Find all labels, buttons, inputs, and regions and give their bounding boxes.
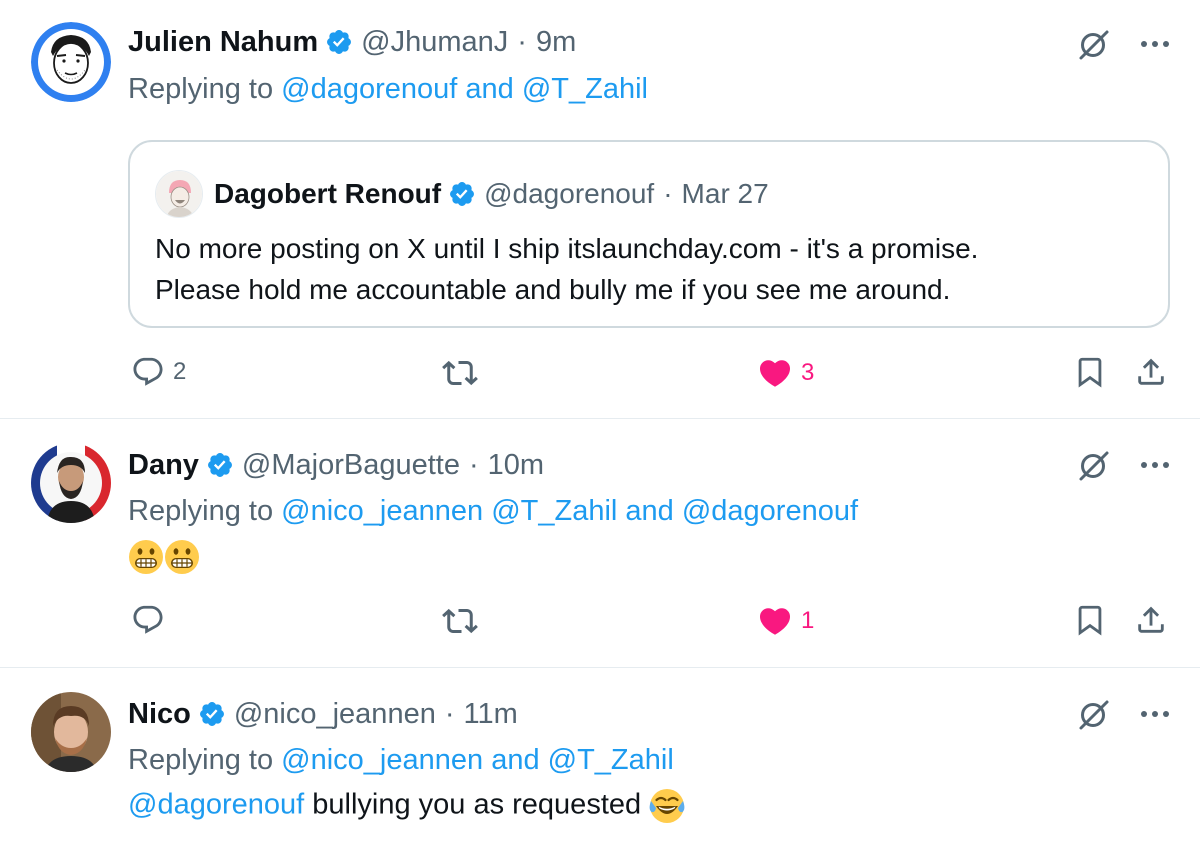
avatar[interactable] [31, 443, 111, 523]
avatar[interactable] [31, 692, 111, 772]
share-icon [1134, 603, 1168, 637]
body-mention[interactable]: @dagorenouf [128, 789, 304, 821]
body-text: bullying you as requested [304, 788, 650, 821]
bookmark-icon [1073, 603, 1107, 637]
display-name[interactable]: Nico [128, 698, 191, 731]
tweet-nico[interactable]: Nico @nico_jeannen · 11m Replying to @ni… [0, 668, 1200, 851]
avatar[interactable] [31, 22, 111, 102]
display-name[interactable]: Dany [128, 449, 199, 482]
retweet-button[interactable] [442, 355, 478, 391]
share-button[interactable] [1134, 603, 1168, 637]
grimacing-face-emoji [164, 539, 200, 575]
verified-badge-icon [325, 28, 353, 56]
verified-badge-icon [206, 451, 234, 479]
retweet-icon [442, 355, 478, 391]
replying-mentions[interactable]: @dagorenouf and @T_Zahil [281, 73, 648, 105]
like-button[interactable]: 3 [757, 355, 814, 391]
more-icon[interactable] [1140, 39, 1170, 49]
bookmark-icon [1073, 355, 1107, 389]
quoted-tweet[interactable]: Dagobert Renouf @dagorenouf · Mar 27 No … [128, 140, 1170, 328]
quote-display-name[interactable]: Dagobert Renouf [214, 178, 441, 210]
quote-text-line: No more posting on X until I ship itslau… [155, 233, 979, 264]
quote-timestamp[interactable]: Mar 27 [682, 178, 769, 210]
top-actions [1076, 696, 1170, 732]
replying-mentions[interactable]: @nico_jeannen and @T_Zahil [281, 744, 674, 776]
like-icon [757, 603, 793, 639]
tweet-actions: 1 [0, 603, 1200, 643]
quote-text: No more posting on X until I ship itslau… [155, 228, 1145, 310]
tweet-body [128, 539, 200, 575]
replying-to: Replying to @nico_jeannen @T_Zahil and @… [128, 495, 858, 528]
reply-icon [131, 603, 165, 637]
replying-to: Replying to @nico_jeannen and @T_Zahil [128, 744, 674, 777]
quote-avatar [155, 170, 203, 218]
bookmark-button[interactable] [1073, 603, 1107, 637]
verified-badge-icon [448, 180, 476, 208]
separator-dot: · [663, 178, 673, 209]
like-icon [757, 355, 793, 391]
tweet-header: Julien Nahum @JhumanJ · 9m [128, 22, 576, 62]
quote-text-line: Please hold me accountable and bully me … [155, 274, 951, 305]
reply-button[interactable] [131, 603, 165, 637]
face-with-tears-of-joy-emoji [649, 788, 685, 824]
quote-header: Dagobert Renouf @dagorenouf · Mar 27 [155, 170, 769, 218]
replying-prefix: Replying to [128, 73, 274, 105]
replying-mentions[interactable]: @nico_jeannen @T_Zahil and @dagorenouf [281, 495, 858, 527]
like-button[interactable]: 1 [757, 603, 814, 639]
tweet-header: Nico @nico_jeannen · 11m [128, 694, 518, 734]
reply-icon [131, 355, 165, 389]
timestamp[interactable]: 10m [488, 449, 544, 482]
reply-button[interactable]: 2 [131, 355, 186, 389]
grimacing-face-emoji [128, 539, 164, 575]
tweet-header: Dany @MajorBaguette · 10m [128, 445, 544, 485]
timestamp[interactable]: 9m [536, 26, 576, 59]
bookmark-button[interactable] [1073, 355, 1107, 389]
grok-icon[interactable] [1076, 26, 1112, 62]
replying-to: Replying to @dagorenouf and @T_Zahil [128, 73, 648, 106]
tweet-actions: 2 3 [0, 355, 1200, 395]
like-count: 1 [801, 607, 815, 634]
timestamp[interactable]: 11m [464, 698, 518, 731]
user-handle[interactable]: @JhumanJ [361, 26, 508, 59]
grok-icon[interactable] [1076, 696, 1112, 732]
like-count: 3 [801, 359, 815, 386]
top-actions [1076, 26, 1170, 62]
top-actions [1076, 447, 1170, 483]
retweet-icon [442, 603, 478, 639]
user-handle[interactable]: @MajorBaguette [242, 449, 460, 482]
more-icon[interactable] [1140, 460, 1170, 470]
separator-dot: · [517, 25, 527, 58]
verified-badge-icon [198, 700, 226, 728]
display-name[interactable]: Julien Nahum [128, 26, 318, 59]
separator-dot: · [444, 697, 455, 730]
separator-dot: · [468, 448, 479, 481]
quote-user-handle[interactable]: @dagorenouf [484, 178, 654, 210]
replying-prefix: Replying to [128, 744, 274, 776]
retweet-button[interactable] [442, 603, 478, 639]
user-handle[interactable]: @nico_jeannen [234, 698, 436, 731]
share-button[interactable] [1134, 355, 1168, 389]
share-icon [1134, 355, 1168, 389]
tweet-dany[interactable]: Dany @MajorBaguette · 10m Replying to @n… [0, 419, 1200, 667]
tweet-body: @dagorenouf bullying you as requested [128, 788, 685, 824]
reply-count: 2 [173, 358, 187, 385]
tweet-julien[interactable]: Julien Nahum @JhumanJ · 9m Replying to @… [0, 0, 1200, 418]
replying-prefix: Replying to [128, 495, 274, 527]
more-icon[interactable] [1140, 709, 1170, 719]
grok-icon[interactable] [1076, 447, 1112, 483]
